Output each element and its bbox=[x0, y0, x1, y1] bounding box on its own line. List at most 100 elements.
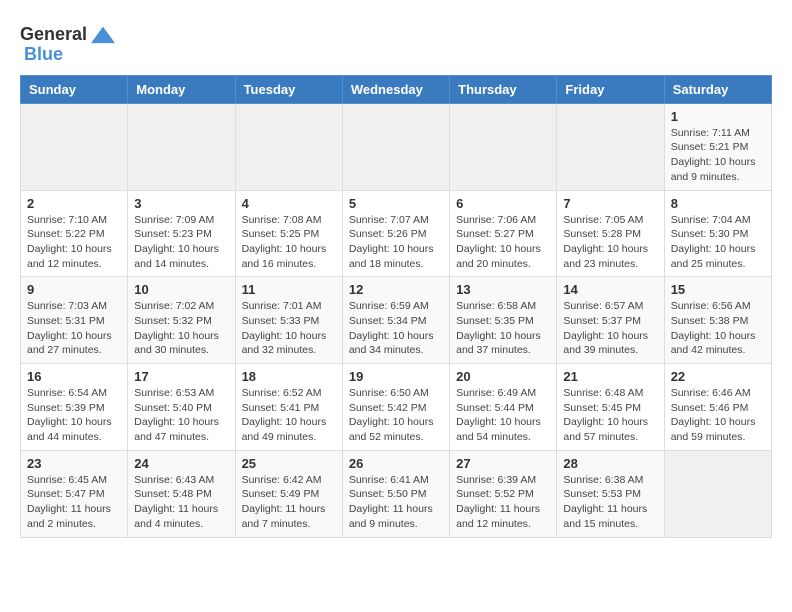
day-number: 27 bbox=[456, 456, 550, 471]
logo: General Blue bbox=[20, 25, 117, 65]
day-number: 10 bbox=[134, 282, 228, 297]
day-number: 24 bbox=[134, 456, 228, 471]
calendar-cell: 2 Sunrise: 7:10 AM Sunset: 5:22 PM Daylig… bbox=[21, 190, 128, 277]
calendar-cell bbox=[450, 103, 557, 190]
calendar-cell: 18 Sunrise: 6:52 AM Sunset: 5:41 PM Dayli… bbox=[235, 364, 342, 451]
day-info: Sunrise: 7:11 AM Sunset: 5:21 PM Dayligh… bbox=[671, 126, 765, 185]
day-number: 13 bbox=[456, 282, 550, 297]
day-number: 19 bbox=[349, 369, 443, 384]
day-number: 22 bbox=[671, 369, 765, 384]
calendar-table: SundayMondayTuesdayWednesdayThursdayFrid… bbox=[20, 75, 772, 538]
weekday-header-tuesday: Tuesday bbox=[235, 75, 342, 103]
day-number: 5 bbox=[349, 196, 443, 211]
calendar-cell bbox=[235, 103, 342, 190]
day-info: Sunrise: 6:38 AM Sunset: 5:53 PM Dayligh… bbox=[563, 473, 657, 532]
day-info: Sunrise: 6:45 AM Sunset: 5:47 PM Dayligh… bbox=[27, 473, 121, 532]
day-info: Sunrise: 6:56 AM Sunset: 5:38 PM Dayligh… bbox=[671, 299, 765, 358]
day-info: Sunrise: 6:42 AM Sunset: 5:49 PM Dayligh… bbox=[242, 473, 336, 532]
day-number: 6 bbox=[456, 196, 550, 211]
day-number: 21 bbox=[563, 369, 657, 384]
day-number: 2 bbox=[27, 196, 121, 211]
day-number: 16 bbox=[27, 369, 121, 384]
logo-icon bbox=[89, 23, 117, 45]
weekday-header-row: SundayMondayTuesdayWednesdayThursdayFrid… bbox=[21, 75, 772, 103]
calendar-cell: 15Sunrise: 6:56 AM Sunset: 5:38 PM Dayli… bbox=[664, 277, 771, 364]
calendar-cell: 7 Sunrise: 7:05 AM Sunset: 5:28 PM Daylig… bbox=[557, 190, 664, 277]
day-info: Sunrise: 6:46 AM Sunset: 5:46 PM Dayligh… bbox=[671, 386, 765, 445]
day-info: Sunrise: 7:09 AM Sunset: 5:23 PM Dayligh… bbox=[134, 213, 228, 272]
day-info: Sunrise: 6:39 AM Sunset: 5:52 PM Dayligh… bbox=[456, 473, 550, 532]
day-number: 7 bbox=[563, 196, 657, 211]
day-number: 28 bbox=[563, 456, 657, 471]
calendar-cell: 10 Sunrise: 7:02 AM Sunset: 5:32 PM Dayli… bbox=[128, 277, 235, 364]
weekday-header-wednesday: Wednesday bbox=[342, 75, 449, 103]
calendar-cell: 26 Sunrise: 6:41 AM Sunset: 5:50 PM Dayli… bbox=[342, 450, 449, 537]
calendar-cell bbox=[664, 450, 771, 537]
calendar-week-row: 1 Sunrise: 7:11 AM Sunset: 5:21 PM Daylig… bbox=[21, 103, 772, 190]
calendar-cell: 6 Sunrise: 7:06 AM Sunset: 5:27 PM Daylig… bbox=[450, 190, 557, 277]
day-info: Sunrise: 6:53 AM Sunset: 5:40 PM Dayligh… bbox=[134, 386, 228, 445]
day-info: Sunrise: 6:58 AM Sunset: 5:35 PM Dayligh… bbox=[456, 299, 550, 358]
day-number: 14 bbox=[563, 282, 657, 297]
weekday-header-friday: Friday bbox=[557, 75, 664, 103]
day-number: 11 bbox=[242, 282, 336, 297]
calendar-cell bbox=[342, 103, 449, 190]
calendar-week-row: 2 Sunrise: 7:10 AM Sunset: 5:22 PM Daylig… bbox=[21, 190, 772, 277]
day-number: 18 bbox=[242, 369, 336, 384]
day-info: Sunrise: 7:06 AM Sunset: 5:27 PM Dayligh… bbox=[456, 213, 550, 272]
day-info: Sunrise: 7:05 AM Sunset: 5:28 PM Dayligh… bbox=[563, 213, 657, 272]
calendar-cell: 16 Sunrise: 6:54 AM Sunset: 5:39 PM Dayli… bbox=[21, 364, 128, 451]
day-info: Sunrise: 6:52 AM Sunset: 5:41 PM Dayligh… bbox=[242, 386, 336, 445]
day-info: Sunrise: 6:49 AM Sunset: 5:44 PM Dayligh… bbox=[456, 386, 550, 445]
calendar-cell: 9 Sunrise: 7:03 AM Sunset: 5:31 PM Daylig… bbox=[21, 277, 128, 364]
day-info: Sunrise: 7:03 AM Sunset: 5:31 PM Dayligh… bbox=[27, 299, 121, 358]
day-info: Sunrise: 6:43 AM Sunset: 5:48 PM Dayligh… bbox=[134, 473, 228, 532]
day-number: 4 bbox=[242, 196, 336, 211]
day-info: Sunrise: 7:01 AM Sunset: 5:33 PM Dayligh… bbox=[242, 299, 336, 358]
day-info: Sunrise: 7:08 AM Sunset: 5:25 PM Dayligh… bbox=[242, 213, 336, 272]
calendar-week-row: 16 Sunrise: 6:54 AM Sunset: 5:39 PM Dayli… bbox=[21, 364, 772, 451]
logo-general-text: General bbox=[20, 25, 87, 45]
calendar-cell: 23Sunrise: 6:45 AM Sunset: 5:47 PM Dayli… bbox=[21, 450, 128, 537]
day-number: 12 bbox=[349, 282, 443, 297]
calendar-week-row: 23Sunrise: 6:45 AM Sunset: 5:47 PM Dayli… bbox=[21, 450, 772, 537]
day-info: Sunrise: 7:02 AM Sunset: 5:32 PM Dayligh… bbox=[134, 299, 228, 358]
day-info: Sunrise: 6:57 AM Sunset: 5:37 PM Dayligh… bbox=[563, 299, 657, 358]
calendar-cell: 19Sunrise: 6:50 AM Sunset: 5:42 PM Dayli… bbox=[342, 364, 449, 451]
calendar-cell: 3 Sunrise: 7:09 AM Sunset: 5:23 PM Daylig… bbox=[128, 190, 235, 277]
calendar-cell: 24 Sunrise: 6:43 AM Sunset: 5:48 PM Dayli… bbox=[128, 450, 235, 537]
day-number: 17 bbox=[134, 369, 228, 384]
day-info: Sunrise: 6:54 AM Sunset: 5:39 PM Dayligh… bbox=[27, 386, 121, 445]
calendar-cell: 21 Sunrise: 6:48 AM Sunset: 5:45 PM Dayli… bbox=[557, 364, 664, 451]
day-number: 8 bbox=[671, 196, 765, 211]
weekday-header-sunday: Sunday bbox=[21, 75, 128, 103]
calendar-cell bbox=[128, 103, 235, 190]
day-info: Sunrise: 6:41 AM Sunset: 5:50 PM Dayligh… bbox=[349, 473, 443, 532]
calendar-cell: 5 Sunrise: 7:07 AM Sunset: 5:26 PM Daylig… bbox=[342, 190, 449, 277]
calendar-cell: 28 Sunrise: 6:38 AM Sunset: 5:53 PM Dayli… bbox=[557, 450, 664, 537]
day-info: Sunrise: 7:10 AM Sunset: 5:22 PM Dayligh… bbox=[27, 213, 121, 272]
day-number: 9 bbox=[27, 282, 121, 297]
day-info: Sunrise: 7:07 AM Sunset: 5:26 PM Dayligh… bbox=[349, 213, 443, 272]
day-number: 26 bbox=[349, 456, 443, 471]
weekday-header-saturday: Saturday bbox=[664, 75, 771, 103]
calendar-cell: 4 Sunrise: 7:08 AM Sunset: 5:25 PM Daylig… bbox=[235, 190, 342, 277]
day-info: Sunrise: 6:59 AM Sunset: 5:34 PM Dayligh… bbox=[349, 299, 443, 358]
weekday-header-monday: Monday bbox=[128, 75, 235, 103]
day-info: Sunrise: 6:48 AM Sunset: 5:45 PM Dayligh… bbox=[563, 386, 657, 445]
weekday-header-thursday: Thursday bbox=[450, 75, 557, 103]
day-number: 3 bbox=[134, 196, 228, 211]
page-header: General Blue bbox=[20, 20, 772, 65]
calendar-cell bbox=[21, 103, 128, 190]
calendar-cell: 12 Sunrise: 6:59 AM Sunset: 5:34 PM Dayli… bbox=[342, 277, 449, 364]
calendar-cell bbox=[557, 103, 664, 190]
calendar-cell: 8Sunrise: 7:04 AM Sunset: 5:30 PM Daylig… bbox=[664, 190, 771, 277]
calendar-week-row: 9 Sunrise: 7:03 AM Sunset: 5:31 PM Daylig… bbox=[21, 277, 772, 364]
day-number: 25 bbox=[242, 456, 336, 471]
calendar-cell: 22 Sunrise: 6:46 AM Sunset: 5:46 PM Dayli… bbox=[664, 364, 771, 451]
calendar-cell: 1 Sunrise: 7:11 AM Sunset: 5:21 PM Daylig… bbox=[664, 103, 771, 190]
calendar-cell: 27 Sunrise: 6:39 AM Sunset: 5:52 PM Dayli… bbox=[450, 450, 557, 537]
day-number: 1 bbox=[671, 109, 765, 124]
calendar-cell: 11 Sunrise: 7:01 AM Sunset: 5:33 PM Dayli… bbox=[235, 277, 342, 364]
logo-wrapper: General Blue bbox=[20, 25, 117, 65]
